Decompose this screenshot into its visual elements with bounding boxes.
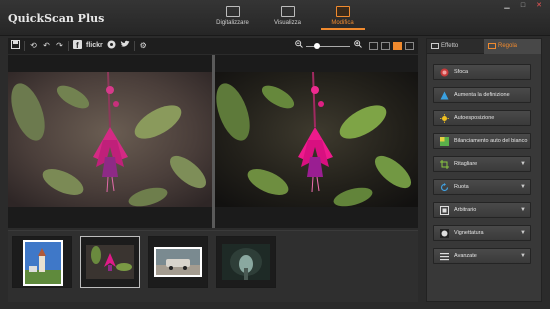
zoom-out-icon[interactable]	[294, 40, 303, 52]
blur-icon	[440, 68, 449, 77]
white-balance-icon	[440, 137, 449, 146]
rotate-icon	[440, 183, 449, 192]
tab-regola[interactable]: Regola	[484, 39, 541, 54]
title-bar: QuickScan Plus Digitalizzare Visualizza …	[0, 0, 550, 36]
button-label: Bilanciamento auto del bianco	[454, 138, 528, 144]
original-image	[8, 72, 212, 207]
adjust-panel: Effetto Regola Sfoca Aumenta la definizi…	[426, 38, 542, 302]
grid-view-icon[interactable]	[369, 42, 378, 50]
zoom-slider[interactable]	[306, 42, 350, 49]
chevron-down-icon: ▼	[520, 230, 526, 236]
button-label: Vignettatura	[454, 230, 484, 236]
avanzate-dropdown[interactable]: Avanzate ▼	[433, 248, 531, 264]
settings-icon[interactable]: ⚙	[139, 40, 148, 52]
edit-toolbar: ⟲ ↶ ↷ f flickr ⚙	[8, 38, 418, 54]
button-label: Ruota	[454, 184, 469, 190]
mode-visualizza[interactable]: Visualizza	[260, 2, 315, 35]
filmstrip	[8, 230, 418, 302]
mode-modifica[interactable]: Modifica	[315, 2, 370, 35]
rotate-left-icon[interactable]: ↶	[42, 40, 51, 52]
arbitrary-icon	[440, 206, 449, 215]
save-icon[interactable]	[11, 40, 20, 52]
button-label: Autoesposizione	[454, 115, 495, 121]
crop-icon	[440, 160, 449, 169]
scanner-icon	[225, 6, 240, 17]
sharpen-icon	[440, 91, 449, 100]
ruota-dropdown[interactable]: Ruota ▼	[433, 179, 531, 195]
tab-label: Effetto	[441, 43, 459, 49]
tab-label: Regola	[498, 43, 518, 49]
app-title: QuickScan Plus	[8, 12, 105, 25]
maximize-button[interactable]: □	[516, 1, 530, 10]
toolbar-divider	[68, 41, 69, 51]
arbitrario-dropdown[interactable]: Arbitrario ▼	[433, 202, 531, 218]
button-label: Aumenta la definizione	[454, 92, 510, 98]
app-window: QuickScan Plus Digitalizzare Visualizza …	[0, 0, 550, 309]
facebook-icon[interactable]: f	[73, 40, 82, 52]
minimize-button[interactable]: ▁	[500, 1, 514, 10]
advanced-icon	[440, 253, 449, 261]
mode-label: Visualizza	[274, 20, 301, 26]
chevron-down-icon: ▼	[520, 184, 526, 190]
view-controls	[294, 40, 414, 52]
toolbar-divider	[24, 41, 25, 51]
panel-tabs: Effetto Regola	[427, 39, 541, 54]
button-label: Avanzate	[454, 253, 477, 259]
sfoca-button[interactable]: Sfoca	[433, 64, 531, 80]
zoom-slider-knob[interactable]	[314, 42, 320, 49]
close-button[interactable]: ✕	[532, 1, 546, 10]
button-label: Sfoca	[454, 69, 469, 75]
mode-label: Digitalizzare	[216, 20, 249, 26]
image-icon	[431, 43, 439, 49]
undo-icon[interactable]: ⟲	[29, 40, 38, 52]
mode-label: Modifica	[331, 20, 354, 26]
image-preview	[8, 55, 418, 228]
sharpen-button[interactable]: Aumenta la definizione	[433, 87, 531, 103]
button-label: Arbitrario	[454, 207, 477, 213]
chevron-down-icon: ▼	[520, 161, 526, 167]
svg-text:f: f	[76, 41, 79, 49]
compare-view-icon[interactable]	[393, 42, 402, 50]
thumbnail-car[interactable]	[148, 236, 208, 288]
mode-digitalizzare[interactable]: Digitalizzare	[205, 2, 260, 35]
tab-effetto[interactable]: Effetto	[427, 39, 484, 54]
chevron-down-icon: ▼	[520, 253, 526, 259]
autoexposure-button[interactable]: Autoesposizione	[433, 110, 531, 126]
edit-icon	[335, 6, 350, 17]
share-icon[interactable]	[107, 40, 116, 52]
edited-image	[215, 72, 418, 207]
vignettatura-dropdown[interactable]: Vignettatura ▼	[433, 225, 531, 241]
chevron-down-icon: ▼	[520, 207, 526, 213]
adjust-buttons: Sfoca Aumenta la definizione Autoesposiz…	[427, 54, 541, 264]
white-balance-button[interactable]: Bilanciamento auto del bianco	[433, 133, 531, 149]
split-view-icon[interactable]	[405, 42, 414, 50]
ritagliare-dropdown[interactable]: Ritagliare ▼	[433, 156, 531, 172]
mode-switcher: Digitalizzare Visualizza Modifica	[205, 2, 370, 35]
rotate-right-icon[interactable]: ↷	[55, 40, 64, 52]
twitter-icon[interactable]	[120, 40, 130, 52]
adjust-icon	[488, 43, 496, 49]
vignette-icon	[440, 229, 449, 238]
window-controls: ▁ □ ✕	[500, 1, 546, 10]
thumbnail-flower[interactable]	[80, 236, 140, 288]
list-view-icon[interactable]	[381, 42, 390, 50]
button-label: Ritagliare	[454, 161, 478, 167]
zoom-in-icon[interactable]	[353, 40, 362, 52]
exposure-icon	[440, 114, 449, 123]
thumbnail-tunnel[interactable]	[216, 236, 276, 288]
gallery-icon	[280, 6, 295, 17]
thumbnail-church[interactable]	[12, 236, 72, 288]
toolbar-divider	[133, 41, 135, 51]
flickr-icon[interactable]: flickr	[86, 40, 103, 52]
